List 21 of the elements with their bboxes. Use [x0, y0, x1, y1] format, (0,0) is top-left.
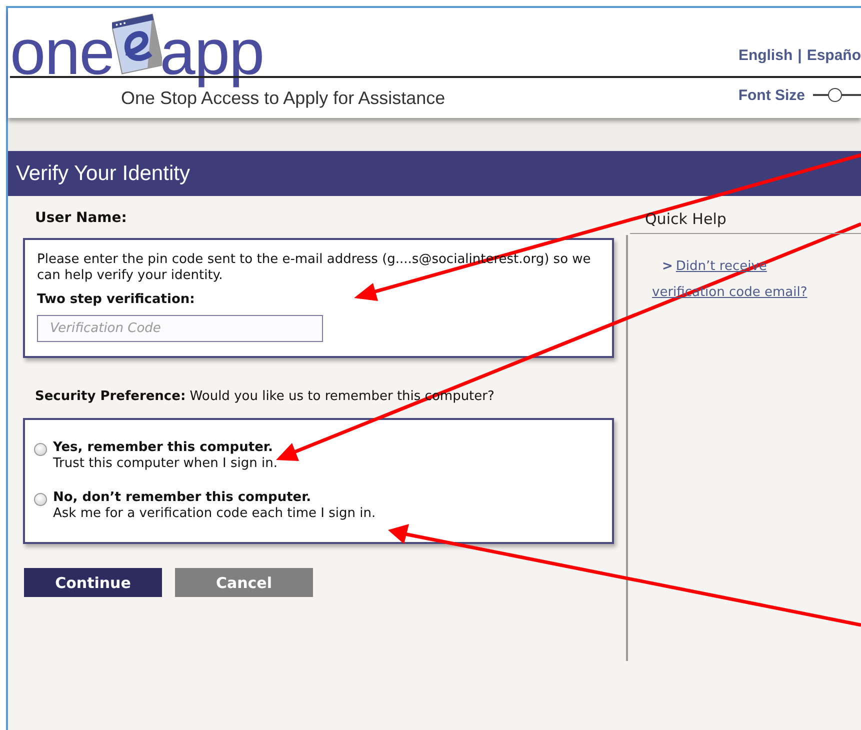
- user-name-label: User Name:: [34, 210, 128, 226]
- quick-help-title: Quick Help: [630, 210, 861, 234]
- option-title: Yes, remember this computer.: [53, 440, 274, 456]
- language-link[interactable]: Españo: [806, 47, 861, 64]
- slider-thumb[interactable]: [828, 88, 842, 102]
- page-title: Verify Your Identity: [16, 162, 190, 186]
- option-title: No, don’t remember this computer.: [53, 490, 312, 506]
- font-size-label: Font Size: [738, 86, 805, 104]
- logo-text: one: [10, 16, 114, 90]
- option-description: Ask me for a verification code each time I sign in.: [53, 506, 376, 522]
- radio-button[interactable]: [34, 493, 47, 506]
- verification-label: Two step verification:: [37, 292, 196, 307]
- logo-text: app: [160, 16, 264, 90]
- radio-button[interactable]: [34, 443, 47, 456]
- verification-code-field[interactable]: Verification Code: [37, 315, 323, 342]
- option-description: Trust this computer when I sign in.: [53, 456, 278, 472]
- cancel-button[interactable]: Cancel: [175, 568, 313, 597]
- language-link[interactable]: English: [738, 47, 793, 64]
- tagline: One Stop Access to Apply for Assistance: [120, 88, 446, 108]
- separator-text: |: [798, 47, 802, 64]
- continue-button[interactable]: Continue: [24, 568, 162, 597]
